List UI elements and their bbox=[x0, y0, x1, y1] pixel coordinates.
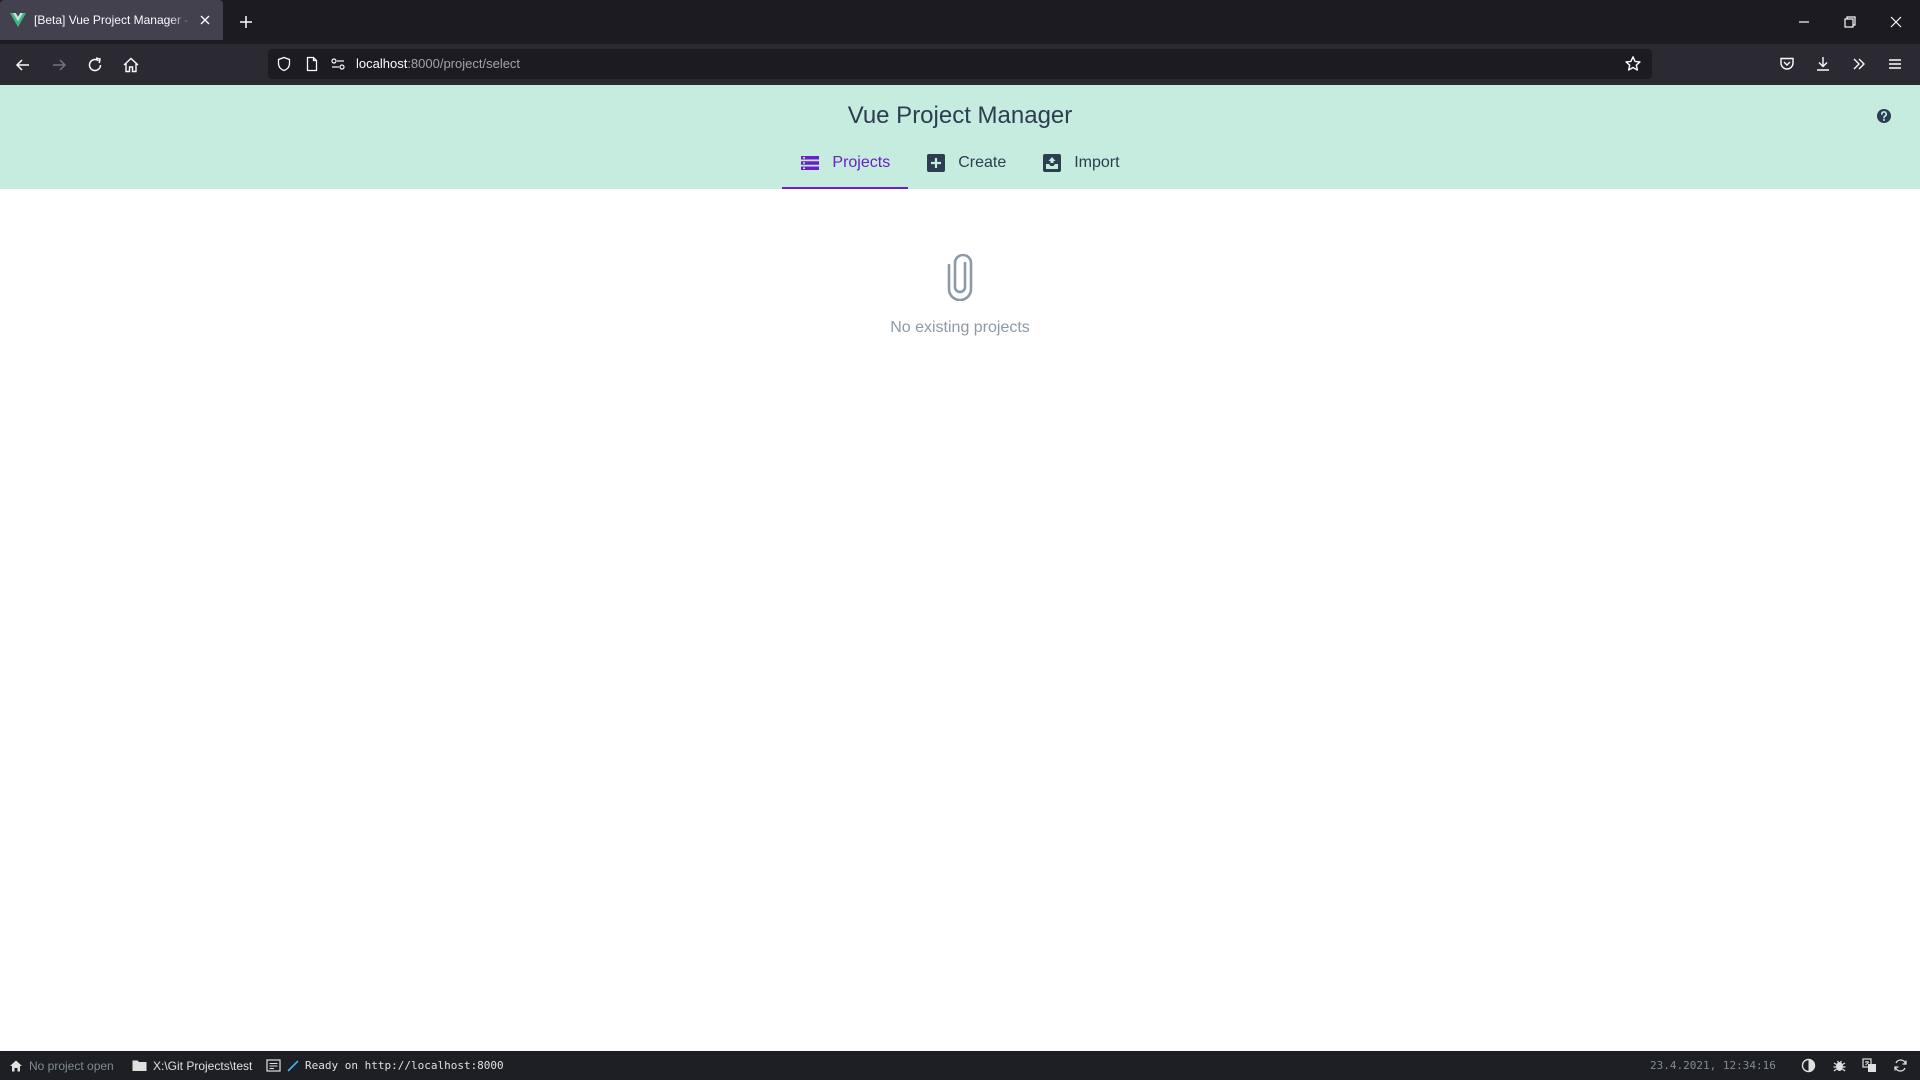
home-icon bbox=[10, 1060, 22, 1071]
minimize-icon[interactable] bbox=[1794, 12, 1814, 32]
tab-projects-label: Projects bbox=[832, 154, 891, 171]
page-title: Vue Project Manager bbox=[847, 102, 1073, 129]
tab-create[interactable]: Create bbox=[908, 137, 1024, 189]
new-tab-icon[interactable] bbox=[236, 12, 256, 32]
restore-icon[interactable] bbox=[1840, 12, 1860, 32]
pocket-icon[interactable] bbox=[1778, 55, 1796, 73]
status-project-label: No project open bbox=[29, 1058, 114, 1073]
forward-icon[interactable] bbox=[48, 54, 70, 76]
tab-projects[interactable]: Projects bbox=[782, 137, 909, 189]
site-permissions-icon[interactable] bbox=[330, 56, 346, 72]
help-icon[interactable] bbox=[1876, 108, 1892, 124]
translate-icon[interactable] bbox=[1862, 1058, 1877, 1073]
dark-mode-icon[interactable] bbox=[1801, 1058, 1816, 1073]
list-icon bbox=[801, 156, 820, 170]
status-log-message: Ready on http://localhost:8000 bbox=[305, 1059, 504, 1072]
back-icon[interactable] bbox=[12, 54, 34, 76]
home-icon[interactable] bbox=[120, 54, 142, 76]
url-host: localhost bbox=[356, 56, 408, 71]
browser-tab[interactable]: [Beta] Vue Project Manager - Vue CLI bbox=[0, 0, 223, 40]
shield-icon[interactable] bbox=[276, 56, 292, 72]
status-bar: No project open X:\Git Projects\test Rea… bbox=[0, 1051, 1920, 1080]
url-path: :8000/project/select bbox=[407, 56, 521, 71]
terminal-icon bbox=[266, 1059, 281, 1072]
reload-icon[interactable] bbox=[84, 54, 106, 76]
refresh-icon[interactable] bbox=[1893, 1058, 1908, 1073]
app-header: Vue Project Manager Projects Create Impo… bbox=[0, 85, 1920, 189]
browser-nav-bar: localhost:8000/project/select bbox=[0, 44, 1920, 85]
download-icon[interactable] bbox=[1814, 55, 1832, 73]
status-folder-path: X:\Git Projects\test bbox=[153, 1058, 253, 1073]
empty-state: No existing projects bbox=[0, 253, 1920, 337]
page-icon[interactable] bbox=[304, 56, 320, 72]
vue-logo-icon bbox=[10, 13, 26, 27]
main-tabs: Projects Create Import bbox=[0, 137, 1920, 189]
check-icon bbox=[287, 1060, 299, 1071]
address-bar[interactable]: localhost:8000/project/select bbox=[268, 49, 1652, 79]
folder-icon bbox=[132, 1060, 147, 1071]
url-text: localhost:8000/project/select bbox=[356, 49, 520, 79]
tab-import-label: Import bbox=[1074, 154, 1120, 171]
status-datetime: 23.4.2021, 12:34:16 bbox=[1650, 1059, 1776, 1072]
status-folder[interactable]: X:\Git Projects\test bbox=[132, 1051, 252, 1080]
close-window-icon[interactable] bbox=[1886, 12, 1906, 32]
close-tab-icon[interactable] bbox=[197, 12, 213, 28]
menu-icon[interactable] bbox=[1886, 55, 1904, 73]
bug-icon[interactable] bbox=[1832, 1058, 1847, 1073]
tab-create-label: Create bbox=[958, 154, 1007, 171]
bookmark-star-icon[interactable] bbox=[1624, 55, 1642, 73]
browser-tab-title: [Beta] Vue Project Manager - Vue CLI bbox=[34, 13, 193, 27]
overflow-chevrons-icon[interactable] bbox=[1850, 55, 1868, 73]
plus-box-icon bbox=[927, 154, 946, 172]
import-box-icon bbox=[1043, 154, 1062, 172]
paperclip-icon bbox=[947, 253, 973, 301]
browser-tab-strip: [Beta] Vue Project Manager - Vue CLI bbox=[0, 0, 1920, 44]
tab-import[interactable]: Import bbox=[1024, 137, 1137, 189]
status-log[interactable]: Ready on http://localhost:8000 bbox=[266, 1051, 504, 1080]
empty-state-message: No existing projects bbox=[890, 319, 1030, 336]
status-project[interactable]: No project open bbox=[9, 1051, 114, 1080]
